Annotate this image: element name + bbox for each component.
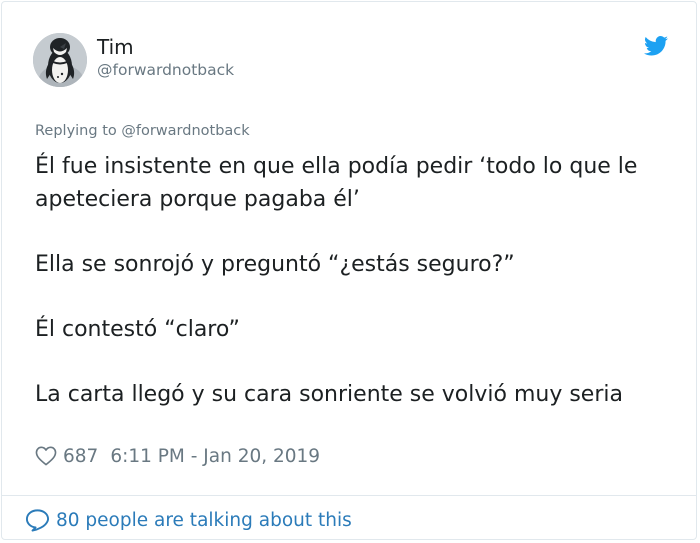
twitter-bird-icon[interactable] (644, 36, 668, 56)
author-handle[interactable]: @forwardnotback (97, 60, 234, 80)
conversation-link[interactable]: 80 people are talking about this (25, 507, 352, 533)
replying-to-context: Replying to @forwardnotback (35, 123, 250, 139)
tweet-paragraph: La carta llegó y su cara sonriente se vo… (35, 381, 623, 407)
tweet-paragraph: Él contestó “claro” (35, 316, 240, 342)
tweet-card: Tim @forwardnotback Replying to @forward… (1, 1, 697, 540)
tweet-paragraph: Él fue insistente en que ella podía pedi… (35, 154, 638, 212)
speech-bubble-icon (25, 509, 50, 532)
avatar[interactable] (33, 33, 87, 87)
tweet-paragraph: Ella se sonrojó y preguntó “¿estás segur… (35, 251, 515, 277)
divider (2, 495, 696, 496)
like-count[interactable]: 687 (63, 446, 98, 467)
tweet-meta: 687 6:11 PM - Jan 20, 2019 (35, 444, 320, 468)
tweet-timestamp[interactable]: 6:11 PM - Jan 20, 2019 (110, 446, 320, 467)
penguin-avatar-image (33, 33, 87, 87)
tweet-text: Él fue insistente en que ella podía pedi… (35, 151, 675, 411)
talking-about-text[interactable]: 80 people are talking about this (56, 510, 352, 531)
author-display-name[interactable]: Tim (97, 35, 134, 59)
heart-icon[interactable] (35, 446, 57, 466)
